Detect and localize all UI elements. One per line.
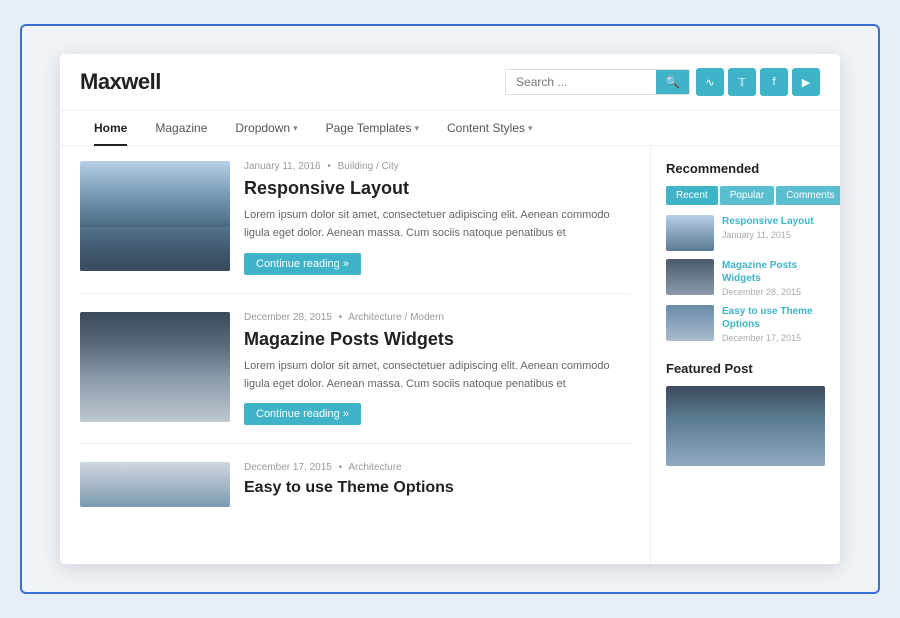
dot-separator: • [339,312,343,323]
featured-section: Featured Post [666,361,825,466]
post-category-1: Building / City [338,161,399,172]
main-content: January 11, 2016 • Building / City Respo… [60,146,840,564]
post-title-3: Easy to use Theme Options [244,478,630,499]
post-meta-3: December 17, 2015 • Architecture [244,462,630,473]
post-category-2: Architecture / Modern [348,312,444,323]
table-row: January 11, 2016 • Building / City Respo… [80,161,630,294]
dot-separator: • [327,161,331,172]
post-category-3: Architecture [348,462,401,473]
table-row: December 17, 2015 • Architecture Easy to… [80,462,630,507]
rec-content-3: Easy to use Theme Options December 17, 2… [722,305,825,343]
rec-date-2: December 28, 2015 [722,287,825,297]
chevron-down-icon: ▾ [293,123,298,134]
post-date-3: December 17, 2015 [244,462,332,473]
featured-thumbnail [666,386,825,466]
rec-thumbnail-3 [666,305,714,341]
post-date-1: January 11, 2016 [244,161,321,172]
search-input[interactable] [506,70,656,94]
tab-recent[interactable]: Recent [666,186,718,205]
list-item: Magazine Posts Widgets December 28, 2015 [666,259,825,297]
post-meta-2: December 28, 2015 • Architecture / Moder… [244,312,630,323]
tab-popular[interactable]: Popular [720,186,774,205]
facebook-icon[interactable]: f [760,68,788,96]
list-item: Responsive Layout January 11, 2015 [666,215,825,251]
nav-item-content-styles[interactable]: Content Styles ▾ [433,111,547,145]
rss-icon[interactable]: ∿ [696,68,724,96]
twitter-icon[interactable]: 𝕋 [728,68,756,96]
read-more-button-1[interactable]: Continue reading » [244,253,361,275]
rec-content-2: Magazine Posts Widgets December 28, 2015 [722,259,825,297]
featured-title: Featured Post [666,361,825,376]
site-nav: Home Magazine Dropdown ▾ Page Templates … [60,111,840,146]
post-content-1: January 11, 2016 • Building / City Respo… [244,161,630,275]
post-excerpt-2: Lorem ipsum dolor sit amet, consectetuer… [244,358,630,393]
post-thumbnail-2 [80,312,230,422]
header-right: 🔍 ∿ 𝕋 f ▶ [505,68,820,96]
post-thumbnail-1 [80,161,230,271]
rec-title-2[interactable]: Magazine Posts Widgets [722,259,825,285]
post-thumbnail-3 [80,462,230,507]
site-header: Maxwell 🔍 ∿ 𝕋 f ▶ [60,54,840,111]
post-content-3: December 17, 2015 • Architecture Easy to… [244,462,630,507]
outer-border: Maxwell 🔍 ∿ 𝕋 f ▶ Home Magazine Dropdown… [20,24,880,594]
nav-item-page-templates[interactable]: Page Templates ▾ [312,111,433,145]
table-row: December 28, 2015 • Architecture / Moder… [80,312,630,445]
nav-item-home[interactable]: Home [80,111,141,145]
post-title-2: Magazine Posts Widgets [244,328,630,351]
rec-thumbnail-2 [666,259,714,295]
nav-item-magazine[interactable]: Magazine [141,111,221,145]
rec-title-3[interactable]: Easy to use Theme Options [722,305,825,331]
sidebar: Recommended Recent Popular Comments Resp… [650,146,840,564]
posts-area: January 11, 2016 • Building / City Respo… [60,146,650,564]
post-content-2: December 28, 2015 • Architecture / Moder… [244,312,630,426]
tab-comments[interactable]: Comments [776,186,840,205]
rec-date-3: December 17, 2015 [722,333,825,343]
post-date-2: December 28, 2015 [244,312,332,323]
post-meta-1: January 11, 2016 • Building / City [244,161,630,172]
rec-date-1: January 11, 2015 [722,230,814,240]
browser-window: Maxwell 🔍 ∿ 𝕋 f ▶ Home Magazine Dropdown… [60,54,840,564]
chevron-down-icon: ▾ [528,123,533,134]
read-more-button-2[interactable]: Continue reading » [244,403,361,425]
post-excerpt-1: Lorem ipsum dolor sit amet, consectetuer… [244,207,630,242]
nav-item-dropdown[interactable]: Dropdown ▾ [221,111,311,145]
social-icons: ∿ 𝕋 f ▶ [696,68,820,96]
list-item: Easy to use Theme Options December 17, 2… [666,305,825,343]
rec-title-1[interactable]: Responsive Layout [722,215,814,228]
rec-content-1: Responsive Layout January 11, 2015 [722,215,814,240]
recommended-section: Recommended Recent Popular Comments Resp… [666,161,825,343]
search-box: 🔍 [505,69,690,95]
post-title-1: Responsive Layout [244,177,630,200]
recommended-title: Recommended [666,161,825,176]
site-logo: Maxwell [80,69,161,95]
rec-thumbnail-1 [666,215,714,251]
search-button[interactable]: 🔍 [656,70,689,94]
tab-buttons: Recent Popular Comments [666,186,825,205]
chevron-down-icon: ▾ [414,123,419,134]
youtube-icon[interactable]: ▶ [792,68,820,96]
dot-separator: • [339,462,343,473]
